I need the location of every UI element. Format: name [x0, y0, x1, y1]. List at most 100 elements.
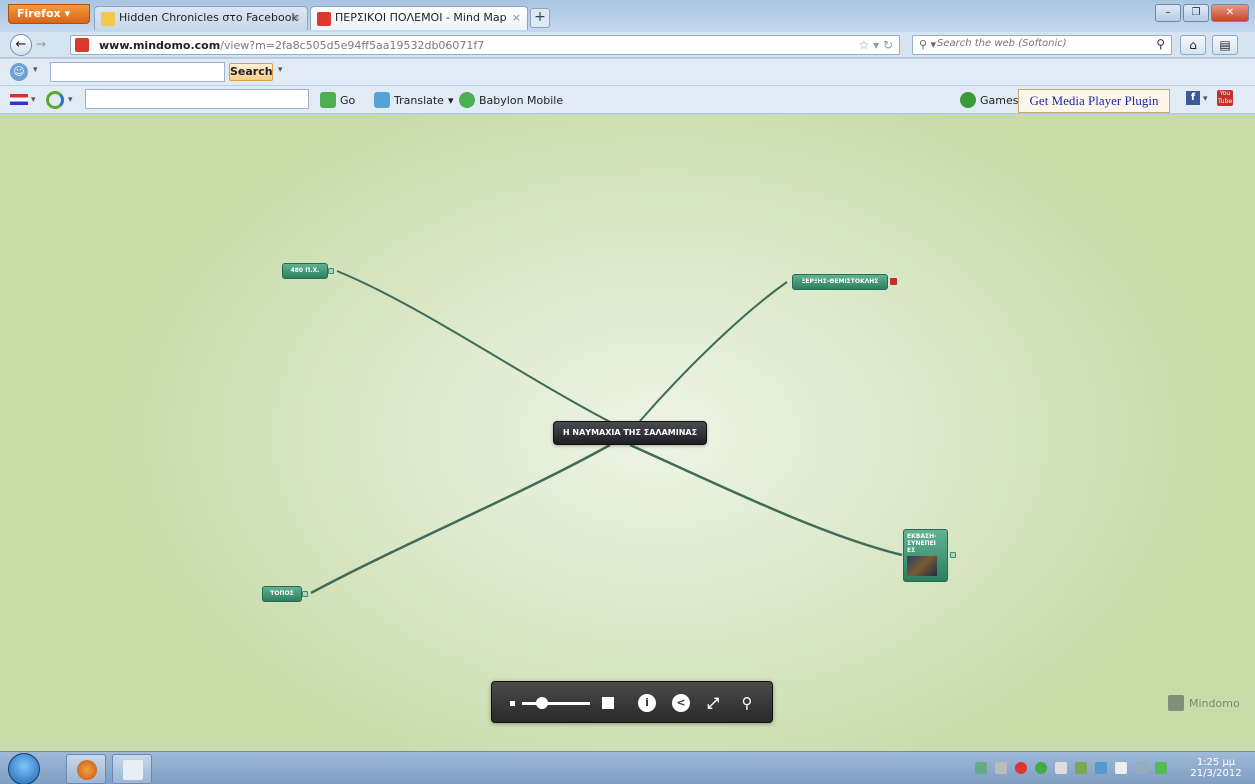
url-domain: www.mindomo.com — [99, 39, 221, 52]
volume-icon[interactable] — [1115, 762, 1127, 774]
node-connector[interactable] — [302, 591, 308, 597]
search-favicon-icon — [101, 12, 115, 26]
clock-date: 21/3/2012 — [1190, 768, 1242, 779]
toolbar-search-input[interactable] — [50, 62, 225, 82]
mobile-icon — [459, 92, 475, 108]
tab-close-icon[interactable]: × — [512, 11, 521, 24]
tab-mindmap[interactable]: ΠΕΡΣΙΚΟΙ ΠΟΛΕΜΟΙ - Mind Map × — [310, 6, 528, 30]
bookmark-star-icon[interactable]: ☆ ▾ ↻ — [859, 38, 893, 52]
zoom-slider-handle[interactable] — [536, 697, 548, 709]
translate-button[interactable]: Translate ▾ — [374, 91, 453, 109]
new-tab-button[interactable]: + — [530, 8, 550, 28]
node-date[interactable]: 480 Π.Χ. — [282, 263, 328, 279]
node-connector[interactable] — [950, 552, 956, 558]
youtube-link-icon[interactable] — [890, 278, 897, 285]
web-search-input[interactable] — [937, 38, 1137, 49]
network-icon[interactable] — [1095, 762, 1107, 774]
tab-label: Hidden Chronicles στο Facebook — [119, 11, 298, 24]
bookmarks-button[interactable]: ▤ — [1212, 35, 1238, 55]
media-player-plugin-button[interactable]: Get Media Player Plugin — [1018, 89, 1170, 113]
close-window-button[interactable]: ✕ — [1211, 4, 1249, 22]
toolbar-babylon: ▾ ▾ Go Translate ▾ Babylon Mobile Games G… — [0, 86, 1255, 114]
opera-icon[interactable] — [1015, 762, 1027, 774]
firefox-menu-label: Firefox — [17, 7, 61, 20]
node-connector[interactable] — [328, 268, 334, 274]
taskbar-firefox[interactable] — [66, 754, 106, 784]
tray-icon[interactable] — [1155, 762, 1167, 774]
document-icon — [123, 760, 143, 780]
toolbar-search: ☺ ▾ Search ▾ — [0, 59, 1255, 85]
url-bar[interactable]: www.mindomo.com/view?m=2fa8c505d5e94ff5a… — [70, 35, 900, 55]
babylon-icon[interactable] — [46, 91, 64, 109]
tray-icon[interactable] — [995, 762, 1007, 774]
signal-icon[interactable] — [1055, 762, 1067, 774]
home-button[interactable]: ⌂ — [1180, 35, 1206, 55]
node-people[interactable]: ΞΕΡΞΗΣ-ΘΕΜΙΣΤΟΚΛΗΣ — [792, 274, 888, 290]
search-button[interactable]: Search — [229, 63, 273, 81]
mindomo-favicon-icon — [317, 12, 331, 26]
mindomo-logo[interactable]: Mindomo — [1168, 695, 1240, 711]
translate-input[interactable] — [85, 89, 309, 109]
link-people — [639, 281, 788, 422]
tab-close-icon[interactable]: × — [292, 11, 301, 24]
web-search-bar[interactable]: ⚲ ▾ ⚲ — [912, 35, 1172, 55]
search-go-icon[interactable]: ⚲ — [1156, 37, 1165, 51]
maximize-button[interactable]: ❐ — [1183, 4, 1209, 22]
link-outcome — [629, 443, 903, 557]
fullscreen-icon[interactable]: ⤢ — [704, 694, 722, 712]
url-path: /view?m=2fa8c505d5e94ff5aa19532db06071f7 — [220, 39, 485, 52]
search-icon[interactable]: ⚲ — [738, 694, 756, 712]
firefox-icon — [77, 760, 97, 780]
clock[interactable]: 1:25 μμ 21/3/2012 — [1188, 757, 1244, 779]
mindomo-favicon-icon — [75, 38, 89, 52]
mindomo-brand-label: Mindomo — [1189, 696, 1240, 710]
node-outcome-line: ΣΥΝΕΠΕΙ — [907, 540, 936, 547]
system-tray — [975, 762, 1167, 774]
chevron-down-icon[interactable]: ▾ — [1203, 94, 1208, 104]
navigation-bar: ← → www.mindomo.com/view?m=2fa8c505d5e94… — [0, 32, 1255, 58]
share-icon[interactable]: < — [672, 694, 690, 712]
firefox-menu-button[interactable]: Firefox ▾ — [8, 4, 90, 24]
clock-time: 1:25 μμ — [1196, 757, 1236, 768]
tray-icon[interactable] — [1135, 762, 1147, 774]
toolbar-logo-icon[interactable]: ☺ — [10, 63, 28, 81]
minimize-button[interactable]: – — [1155, 4, 1181, 22]
go-button[interactable]: Go — [320, 91, 355, 109]
youtube-icon[interactable]: You Tube — [1217, 90, 1233, 106]
mindmap-canvas[interactable]: 480 Π.Χ. ΞΕΡΞΗΣ-ΘΕΜΙΣΤΟΚΛΗΣ Η ΝΑΥΜΑΧΙΑ Τ… — [0, 115, 1255, 751]
tray-icon[interactable] — [1075, 762, 1087, 774]
tab-hidden-chronicles[interactable]: Hidden Chronicles στο Facebook × — [94, 6, 308, 30]
zoom-slider[interactable] — [522, 702, 590, 705]
forward-button[interactable]: → — [36, 37, 46, 51]
games-button[interactable]: Games — [960, 91, 1018, 109]
flag-icon[interactable] — [10, 94, 28, 105]
facebook-icon[interactable]: f — [1186, 91, 1200, 105]
zoom-in-button[interactable] — [602, 697, 614, 709]
node-center-label: Η ΝΑΥΜΑΧΙΑ ΤΗΣ ΣΑΛΑΜΙΝΑΣ — [562, 428, 698, 437]
node-outcome[interactable]: ΕΚΒΑΣΗ- ΣΥΝΕΠΕΙ ΕΣ — [903, 529, 948, 582]
games-label: Games — [980, 93, 1019, 107]
link-place — [310, 443, 611, 595]
node-place-label: ΤΟΠΟΣ — [270, 590, 294, 597]
babylon-mobile-label: Babylon Mobile — [479, 93, 564, 107]
start-button[interactable] — [8, 753, 40, 784]
babylon-mobile-button[interactable]: Babylon Mobile — [459, 91, 563, 109]
go-label: Go — [340, 93, 356, 107]
info-icon[interactable]: i — [638, 694, 656, 712]
map-controls: i < ⤢ ⚲ — [491, 681, 773, 723]
back-button[interactable]: ← — [10, 34, 32, 56]
node-place[interactable]: ΤΟΠΟΣ — [262, 586, 302, 602]
chevron-down-icon[interactable]: ▾ — [278, 65, 283, 75]
node-center[interactable]: Η ΝΑΥΜΑΧΙΑ ΤΗΣ ΣΑΛΑΜΙΝΑΣ — [553, 421, 707, 445]
zoom-out-button[interactable] — [510, 701, 515, 706]
battle-image — [907, 556, 937, 576]
window-controls: – ❐ ✕ — [1155, 4, 1249, 22]
chevron-down-icon[interactable]: ▾ — [31, 95, 36, 105]
utorrent-icon[interactable] — [1035, 762, 1047, 774]
chevron-down-icon[interactable]: ▾ — [33, 65, 38, 75]
node-date-label: 480 Π.Χ. — [290, 267, 320, 274]
taskbar-app[interactable] — [112, 754, 152, 784]
chevron-down-icon[interactable]: ▾ — [68, 95, 73, 105]
search-engine-icon[interactable]: ⚲ ▾ — [919, 38, 936, 51]
tray-icon[interactable] — [975, 762, 987, 774]
